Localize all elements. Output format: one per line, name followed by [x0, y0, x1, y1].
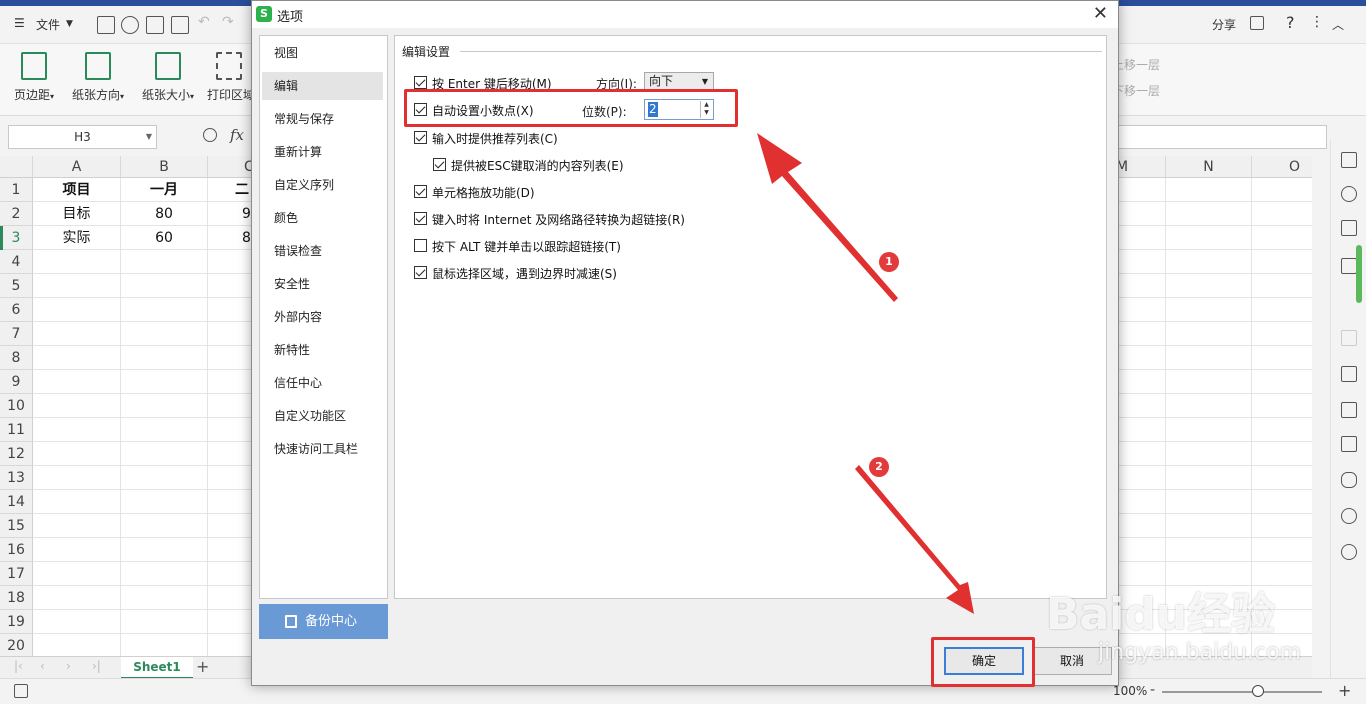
watermark-url: jingyan.baidu.com — [1098, 640, 1302, 665]
step-badge-2: 2 — [869, 457, 889, 477]
watermark-logo: Baidu经验 — [1046, 589, 1276, 640]
arrow-1 — [757, 133, 898, 302]
step-badge-1: 1 — [879, 252, 899, 272]
arrow-2 — [855, 465, 974, 614]
